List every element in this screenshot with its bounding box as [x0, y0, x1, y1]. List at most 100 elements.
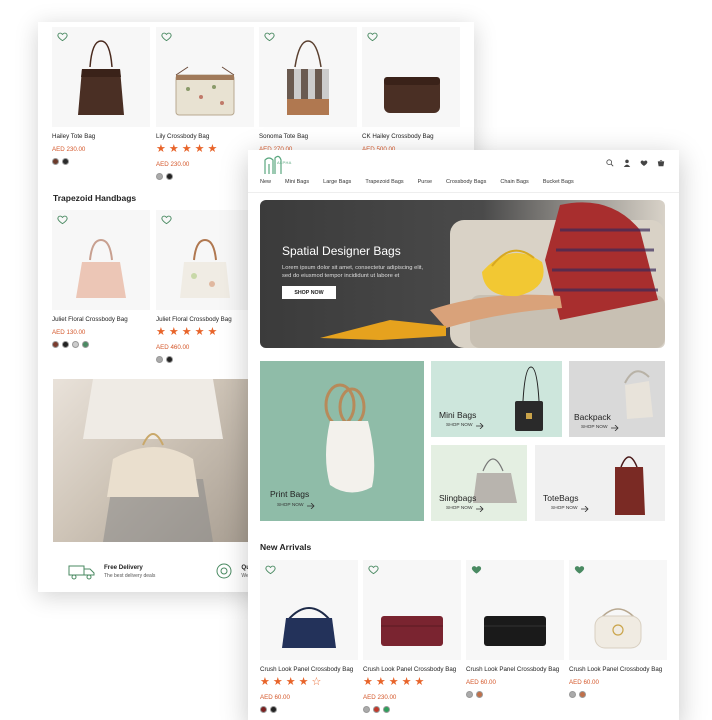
nav-item-trapezoid-bags[interactable]: Trapezoid Bags [365, 179, 403, 185]
product-name[interactable]: CK Hailey Crossbody Bag [362, 133, 460, 140]
color-swatch[interactable] [373, 706, 380, 713]
heart-icon[interactable] [264, 31, 275, 42]
product-name[interactable]: Crush Look Panel Crossbody Bag [569, 666, 667, 673]
color-swatch[interactable] [363, 706, 370, 713]
user-icon[interactable] [623, 159, 631, 167]
product-image[interactable] [156, 27, 254, 127]
feature-subtitle: The best delivery deals [104, 572, 156, 579]
color-swatch[interactable] [156, 356, 163, 363]
product-name[interactable]: Hailey Tote Bag [52, 133, 150, 140]
color-swatches [156, 173, 254, 180]
brand-logo[interactable] [261, 154, 293, 176]
star-icon: ★ [194, 326, 205, 338]
hero-title: Spatial Designer Bags [282, 244, 401, 258]
category-totebags[interactable]: ToteBags SHOP NOW [535, 445, 665, 521]
color-swatch[interactable] [82, 341, 89, 348]
heart-icon[interactable] [161, 214, 172, 225]
product-card[interactable]: Lily Crossbody Bag ★ ★ ★ ★ ★ AED 230.00 [156, 27, 254, 180]
product-name[interactable]: Crush Look Panel Crossbody Bag [466, 666, 564, 673]
color-swatch[interactable] [72, 341, 79, 348]
heart-icon[interactable] [161, 31, 172, 42]
category-slingbags[interactable]: Slingbags SHOP NOW [431, 445, 527, 521]
color-swatch[interactable] [156, 173, 163, 180]
heart-icon[interactable] [367, 31, 378, 42]
category-print-bags[interactable]: Print Bags SHOP NOW [260, 361, 424, 521]
category-shop-now-link[interactable]: SHOP NOW [581, 425, 608, 430]
color-swatch[interactable] [476, 691, 483, 698]
color-swatch[interactable] [579, 691, 586, 698]
heart-filled-icon[interactable] [574, 564, 585, 575]
product-price: AED 230.00 [52, 146, 86, 153]
product-image[interactable] [569, 560, 667, 660]
product-name[interactable]: Lily Crossbody Bag [156, 133, 254, 140]
product-image[interactable] [52, 27, 150, 127]
hero-banner[interactable]: Spatial Designer Bags Lorem ipsum dolor … [260, 200, 665, 348]
color-swatch[interactable] [569, 691, 576, 698]
color-swatch[interactable] [62, 341, 69, 348]
nav-item-new[interactable]: New [260, 179, 271, 185]
product-card[interactable]: Crush Look Panel Crossbody Bag ★ ★ ★ ★ ★… [363, 560, 461, 713]
product-name[interactable]: Juliet Floral Crossbody Bag [156, 316, 254, 323]
heart-icon[interactable] [368, 564, 379, 575]
color-swatch[interactable] [383, 706, 390, 713]
lifestyle-banner-image[interactable] [53, 379, 248, 542]
rating-stars: ★ ★ ★ ★ ★ [363, 677, 461, 688]
product-card[interactable]: Hailey Tote Bag AED 230.00 [52, 27, 150, 165]
search-icon[interactable] [606, 159, 614, 167]
category-label: Backpack [574, 412, 611, 422]
product-card[interactable]: Crush Look Panel Crossbody Bag AED 60.00 [569, 560, 667, 698]
color-swatch[interactable] [52, 158, 59, 165]
color-swatch[interactable] [466, 691, 473, 698]
heart-icon[interactable] [57, 31, 68, 42]
product-image[interactable] [260, 560, 358, 660]
category-backpack[interactable]: Backpack SHOP NOW [569, 361, 665, 437]
crossbody-bag-illustration [175, 66, 235, 116]
striped-tote-illustration [287, 40, 329, 115]
nav-item-chain-bags[interactable]: Chain Bags [500, 179, 528, 185]
category-shop-now-link[interactable]: SHOP NOW [277, 503, 304, 508]
category-shop-now-link[interactable]: SHOP NOW [551, 506, 578, 511]
nav-item-purse[interactable]: Purse [418, 179, 432, 185]
color-swatch[interactable] [166, 356, 173, 363]
category-shop-now-link[interactable]: SHOP NOW [446, 506, 473, 511]
product-name[interactable]: Crush Look Panel Crossbody Bag [363, 666, 461, 673]
nav-item-mini-bags[interactable]: Mini Bags [285, 179, 309, 185]
product-name[interactable]: Juliet Floral Crossbody Bag [52, 316, 150, 323]
product-image[interactable] [362, 27, 460, 127]
heart-filled-icon[interactable] [471, 564, 482, 575]
product-card[interactable]: Crush Look Panel Crossbody Bag ★ ★ ★ ★ ☆… [260, 560, 358, 713]
product-card[interactable]: CK Hailey Crossbody Bag AED 500.00 [362, 27, 460, 153]
product-image[interactable] [156, 210, 254, 310]
heart-icon[interactable] [265, 564, 276, 575]
category-shop-now-link[interactable]: SHOP NOW [446, 423, 473, 428]
product-card[interactable]: Sonoma Tote Bag AED 270.00 [259, 27, 357, 153]
star-icon: ★ [401, 676, 412, 688]
product-image[interactable] [259, 27, 357, 127]
heart-icon[interactable] [57, 214, 68, 225]
star-icon: ★ [207, 143, 218, 155]
nav-item-large-bags[interactable]: Large Bags [323, 179, 351, 185]
category-mini-bags[interactable]: Mini Bags SHOP NOW [431, 361, 562, 437]
color-swatch[interactable] [62, 158, 69, 165]
product-image[interactable] [466, 560, 564, 660]
hero-shop-now-button[interactable]: SHOP NOW [282, 286, 336, 299]
product-image[interactable] [363, 560, 461, 660]
product-card[interactable]: Juliet Floral Crossbody Bag ★ ★ ★ ★ ★ AE… [156, 210, 254, 363]
product-image[interactable] [52, 210, 150, 310]
trapezoid-bag-illustration [76, 238, 126, 298]
nav-item-bucket-bags[interactable]: Bucket Bags [543, 179, 574, 185]
crossbody-bag-illustration [384, 77, 440, 113]
product-price: AED 230.00 [363, 694, 397, 701]
product-name[interactable]: Crush Look Panel Crossbody Bag [260, 666, 358, 673]
color-swatch[interactable] [260, 706, 267, 713]
color-swatch[interactable] [166, 173, 173, 180]
heart-icon[interactable] [640, 159, 648, 167]
color-swatch[interactable] [52, 341, 59, 348]
cart-icon[interactable] [657, 159, 665, 167]
nav-item-crossbody-bags[interactable]: Crossbody Bags [446, 179, 486, 185]
arrow-right-icon [581, 506, 589, 512]
product-card[interactable]: Crush Look Panel Crossbody Bag AED 60.00 [466, 560, 564, 698]
color-swatch[interactable] [270, 706, 277, 713]
product-card[interactable]: Juliet Floral Crossbody Bag AED 130.00 [52, 210, 150, 348]
product-name[interactable]: Sonoma Tote Bag [259, 133, 357, 140]
